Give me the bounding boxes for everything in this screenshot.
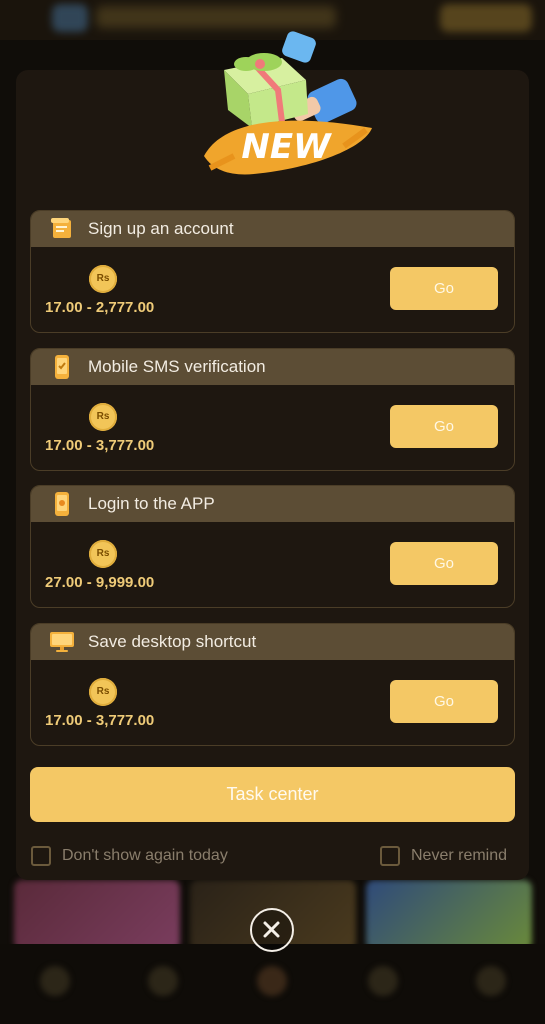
dont-show-today-label: Don't show again today: [62, 847, 228, 864]
task-card-sign-up: Sign up an account Rs 17.00 - 2,777.00 G…: [30, 210, 515, 333]
dont-show-today-option[interactable]: Don't show again today: [31, 844, 228, 868]
task-title: Sign up an account: [88, 219, 234, 238]
task-card-desktop-shortcut: Save desktop shortcut Rs 17.00 - 3,777.0…: [30, 623, 515, 746]
new-badge-text: NEW: [241, 127, 332, 167]
close-icon: [263, 921, 280, 938]
rupee-coin-icon: Rs: [89, 678, 117, 706]
rupee-coin-icon: Rs: [89, 403, 117, 431]
go-button-sms-verification[interactable]: Go: [390, 405, 498, 448]
task-header: Mobile SMS verification: [31, 349, 514, 385]
dont-show-today-checkbox[interactable]: [31, 846, 51, 866]
never-remind-checkbox[interactable]: [380, 846, 400, 866]
never-remind-option[interactable]: Never remind: [380, 844, 507, 868]
new-user-tasks-popup: NEW Sign up an account Rs 17.00 - 2,777.…: [16, 31, 529, 880]
task-reward-range: 17.00 - 2,777.00: [45, 299, 155, 316]
task-card-sms-verification: Mobile SMS verification Rs 17.00 - 3,777…: [30, 348, 515, 471]
background-nav-icon: [148, 966, 178, 996]
task-reward-range: 27.00 - 9,999.00: [45, 574, 155, 591]
task-header: Save desktop shortcut: [31, 624, 514, 660]
new-gift-badge: NEW: [204, 31, 372, 175]
close-popup-button[interactable]: [250, 908, 294, 952]
background-bottom-nav: [0, 944, 545, 1024]
go-button-login-app[interactable]: Go: [390, 542, 498, 585]
monitor-icon: [50, 632, 74, 652]
task-reward-range: 17.00 - 3,777.00: [45, 712, 155, 729]
background-logo: [52, 4, 88, 32]
background-action: [440, 4, 532, 32]
background-game-tile: [14, 880, 180, 950]
document-icon: [51, 218, 71, 238]
task-title: Save desktop shortcut: [88, 632, 257, 651]
never-remind-label: Never remind: [411, 847, 508, 864]
background-nav-icon: [40, 966, 70, 996]
rupee-coin-icon: Rs: [89, 265, 117, 293]
task-title: Mobile SMS verification: [88, 357, 266, 376]
background-nav-icon: [368, 966, 398, 996]
go-button-desktop-shortcut[interactable]: Go: [390, 680, 498, 723]
task-header: Login to the APP: [31, 486, 514, 522]
rupee-coin-icon: Rs: [89, 540, 117, 568]
task-title: Login to the APP: [88, 494, 215, 513]
background-game-tile: [366, 880, 532, 950]
background-nav-icon: [476, 966, 506, 996]
background-nav-icon: [257, 966, 287, 996]
task-header: Sign up an account: [31, 211, 514, 247]
task-reward-range: 17.00 - 3,777.00: [45, 437, 155, 454]
task-center-button[interactable]: Task center: [30, 767, 515, 822]
task-card-login-app: Login to the APP Rs 27.00 - 9,999.00 Go: [30, 485, 515, 608]
go-button-sign-up[interactable]: Go: [390, 267, 498, 310]
smartphone-icon: [55, 355, 69, 379]
app-phone-icon: [55, 492, 69, 516]
